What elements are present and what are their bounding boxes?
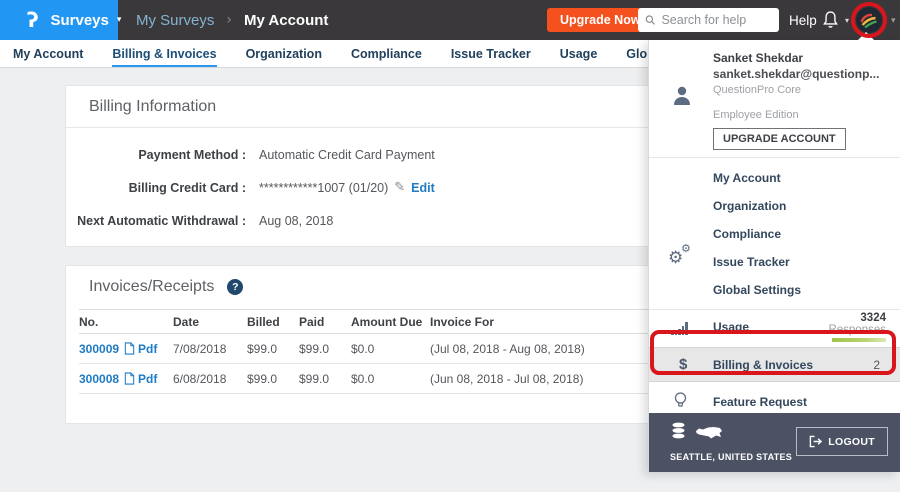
invoices-card-title: Invoices/Receipts xyxy=(89,278,214,296)
dropdown-footer: SEATTLE, UNITED STATES LOGOUT xyxy=(649,413,900,472)
breadcrumb-my-surveys[interactable]: My Surveys xyxy=(136,12,214,29)
user-info-section: Sanket Shekdar sanket.shekdar@questionp.… xyxy=(649,40,900,157)
usage-unit: Responses xyxy=(828,324,886,336)
col-amount-due: Amount Due xyxy=(351,315,430,329)
user-dropdown-panel: Sanket Shekdar sanket.shekdar@questionp.… xyxy=(648,40,900,472)
billing-invoices-label: Billing & Invoices xyxy=(713,358,813,372)
questionpro-logo-icon: ʔ xyxy=(27,10,39,30)
datacenter-location: SEATTLE, UNITED STATES xyxy=(670,452,792,462)
menu-item-billing-invoices[interactable]: $ Billing & Invoices 2 xyxy=(649,347,900,382)
billing-invoices-count: 2 xyxy=(873,358,880,372)
invoice-number-link[interactable]: 300008 xyxy=(79,372,119,386)
settings-gears-icon: ⚙ ⚙ xyxy=(668,242,698,272)
logout-icon xyxy=(809,435,822,448)
invoice-pdf-link[interactable]: Pdf xyxy=(124,372,157,386)
user-name: Sanket Shekdar xyxy=(713,51,879,65)
help-link[interactable]: Help xyxy=(789,0,817,40)
invoice-amount-due: $0.0 xyxy=(351,372,430,386)
usage-label: Usage xyxy=(713,320,749,334)
chevron-down-icon: ▾ xyxy=(117,15,122,25)
pdf-file-icon xyxy=(124,342,135,355)
account-menu-group: ⚙ ⚙ My Account Organization Compliance I… xyxy=(649,158,900,309)
col-date: Date xyxy=(173,315,247,329)
invoice-amount-due: $0.0 xyxy=(351,342,430,356)
invoice-billed: $99.0 xyxy=(247,372,299,386)
avatar-chevron-icon[interactable]: ▾ xyxy=(891,16,896,26)
search-icon xyxy=(645,14,655,26)
database-icon xyxy=(671,422,686,441)
user-avatar[interactable] xyxy=(856,7,882,33)
menu-item-my-account[interactable]: My Account xyxy=(649,164,900,192)
invoice-date: 6/08/2018 xyxy=(173,372,247,386)
billing-card-title: Billing Information xyxy=(89,98,216,116)
lightbulb-icon xyxy=(674,392,687,410)
payment-method-value: Automatic Credit Card Payment xyxy=(259,148,435,162)
tab-compliance[interactable]: Compliance xyxy=(351,40,422,67)
breadcrumb-separator-icon: › xyxy=(226,12,232,28)
dropdown-pointer xyxy=(858,32,874,40)
upgrade-account-button[interactable]: UPGRADE ACCOUNT xyxy=(713,128,846,150)
tab-usage[interactable]: Usage xyxy=(560,40,598,67)
billing-credit-card-label: Billing Credit Card : xyxy=(66,181,246,195)
invoice-billed: $99.0 xyxy=(247,342,299,356)
tab-organization[interactable]: Organization xyxy=(246,40,322,67)
tab-billing-invoices[interactable]: Billing & Invoices xyxy=(112,40,216,67)
user-edition: Employee Edition xyxy=(713,109,879,121)
notifications-bell-icon[interactable] xyxy=(822,10,839,29)
usa-map-icon xyxy=(695,425,723,442)
col-paid: Paid xyxy=(299,315,351,329)
product-name: Surveys xyxy=(50,12,108,29)
invoice-paid: $99.0 xyxy=(299,372,351,386)
col-billed: Billed xyxy=(247,315,299,329)
dollar-icon: $ xyxy=(679,356,687,373)
menu-item-organization[interactable]: Organization xyxy=(649,192,900,220)
search-input[interactable] xyxy=(661,13,772,27)
menu-item-usage[interactable]: Usage 3324 Responses xyxy=(649,310,900,347)
feature-request-label: Feature Request xyxy=(713,395,807,409)
col-no: No. xyxy=(79,315,173,329)
help-search[interactable] xyxy=(638,8,779,32)
edit-pencil-icon[interactable]: ✎ xyxy=(394,180,405,195)
tab-issue-tracker[interactable]: Issue Tracker xyxy=(451,40,531,67)
top-header: ʔ Surveys ▾ My Surveys › My Account Upgr… xyxy=(0,0,900,40)
bell-chevron-icon[interactable]: ▾ xyxy=(845,16,849,25)
invoice-paid: $99.0 xyxy=(299,342,351,356)
next-withdrawal-label: Next Automatic Withdrawal : xyxy=(66,214,246,228)
avatar-image xyxy=(856,7,882,33)
next-withdrawal-value: Aug 08, 2018 xyxy=(259,214,333,228)
usage-count: 3324 xyxy=(828,312,886,324)
bar-chart-icon xyxy=(671,322,688,335)
user-email: sanket.shekdar@questionp... xyxy=(713,67,879,81)
person-icon xyxy=(672,85,692,107)
tab-my-account[interactable]: My Account xyxy=(13,40,83,67)
edit-card-link[interactable]: Edit xyxy=(411,181,435,195)
usage-progress-bar xyxy=(832,338,886,342)
billing-credit-card-value: ************1007 (01/20) xyxy=(259,181,388,195)
menu-item-global-settings[interactable]: Global Settings xyxy=(649,276,900,304)
user-product: QuestionPro Core xyxy=(713,84,879,96)
invoice-date: 7/08/2018 xyxy=(173,342,247,356)
payment-method-label: Payment Method : xyxy=(66,148,246,162)
invoice-number-link[interactable]: 300009 xyxy=(79,342,119,356)
pdf-file-icon xyxy=(124,372,135,385)
breadcrumb-my-account: My Account xyxy=(244,12,328,29)
logout-label: LOGOUT xyxy=(828,436,875,448)
logout-button[interactable]: LOGOUT xyxy=(796,427,888,456)
product-switcher[interactable]: ʔ Surveys ▾ xyxy=(0,0,118,40)
invoice-pdf-link[interactable]: Pdf xyxy=(124,342,157,356)
breadcrumb: My Surveys › My Account xyxy=(136,0,328,40)
questionpro-app: ʔ Surveys ▾ My Surveys › My Account Upgr… xyxy=(0,0,900,492)
invoices-help-icon[interactable]: ? xyxy=(227,279,243,295)
